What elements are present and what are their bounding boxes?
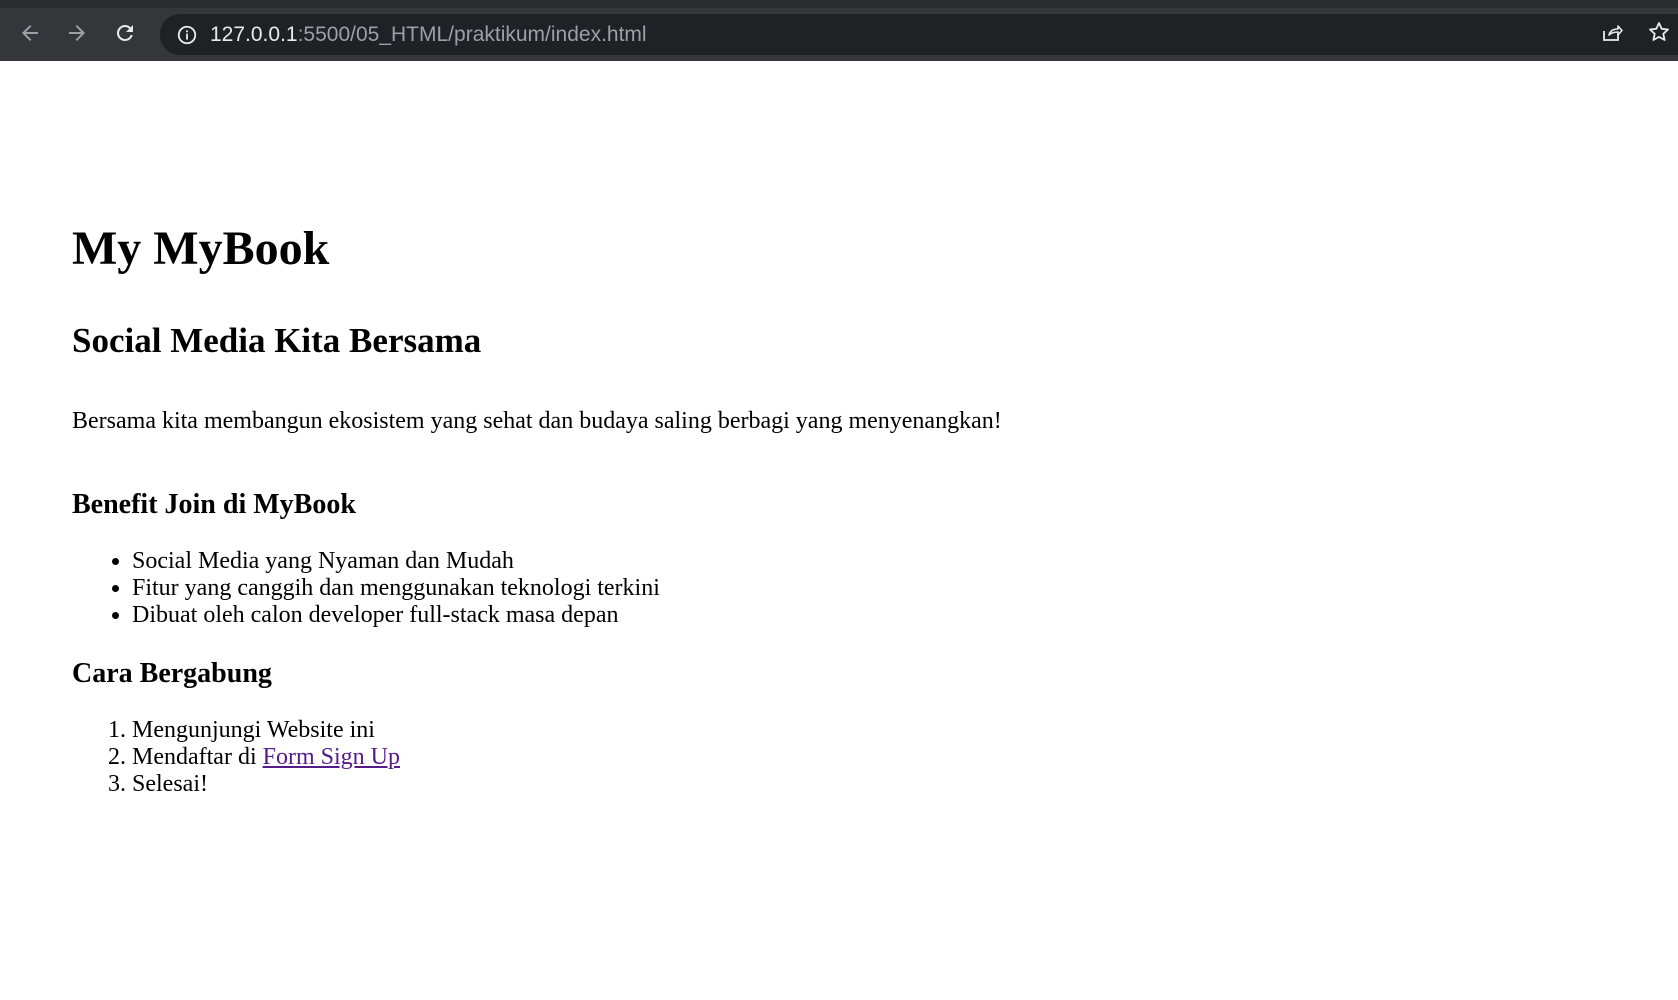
list-item: Mendaftar di Form Sign Up [132, 744, 400, 771]
forward-arrow-icon [65, 21, 89, 45]
join-steps-list: Mengunjungi Website ini Mendaftar di For… [72, 717, 400, 798]
url-host: 127.0.0.1 [210, 22, 298, 46]
tagline: Bersama kita membangun ekosistem yang se… [72, 408, 1002, 434]
list-item: Dibuat oleh calon developer full-stack m… [132, 602, 660, 629]
step-prefix: Mendaftar di [132, 744, 263, 770]
forward-button[interactable] [62, 18, 92, 48]
signup-link[interactable]: Form Sign Up [263, 744, 400, 770]
url-path: :5500/05_HTML/praktikum/index.html [297, 22, 647, 46]
share-button[interactable] [1598, 20, 1626, 48]
benefit-list: Social Media yang Nyaman dan Mudah Fitur… [72, 548, 660, 629]
page-subtitle: Social Media Kita Bersama [72, 321, 482, 360]
back-button[interactable] [15, 18, 45, 48]
tab-strip-edge [0, 0, 1678, 8]
reload-icon [113, 21, 137, 45]
browser-toolbar: 127.0.0.1:5500/05_HTML/praktikum/index.h… [0, 0, 1678, 61]
address-bar[interactable]: 127.0.0.1:5500/05_HTML/praktikum/index.h… [160, 14, 1678, 55]
back-arrow-icon [18, 21, 42, 45]
page-title: My MyBook [72, 222, 330, 275]
list-item: Fitur yang canggih dan menggunakan tekno… [132, 575, 660, 602]
list-item: Social Media yang Nyaman dan Mudah [132, 548, 660, 575]
list-item: Mengunjungi Website ini [132, 717, 400, 744]
info-icon[interactable] [176, 24, 198, 46]
list-item: Selesai! [132, 771, 400, 798]
reload-button[interactable] [110, 18, 140, 48]
bookmark-button[interactable] [1645, 20, 1673, 48]
page-content: My MyBook Social Media Kita Bersama Bers… [0, 61, 1678, 1000]
benefit-heading: Benefit Join di MyBook [72, 489, 356, 520]
join-heading: Cara Bergabung [72, 658, 272, 689]
share-icon [1600, 20, 1624, 49]
star-icon [1647, 20, 1671, 49]
